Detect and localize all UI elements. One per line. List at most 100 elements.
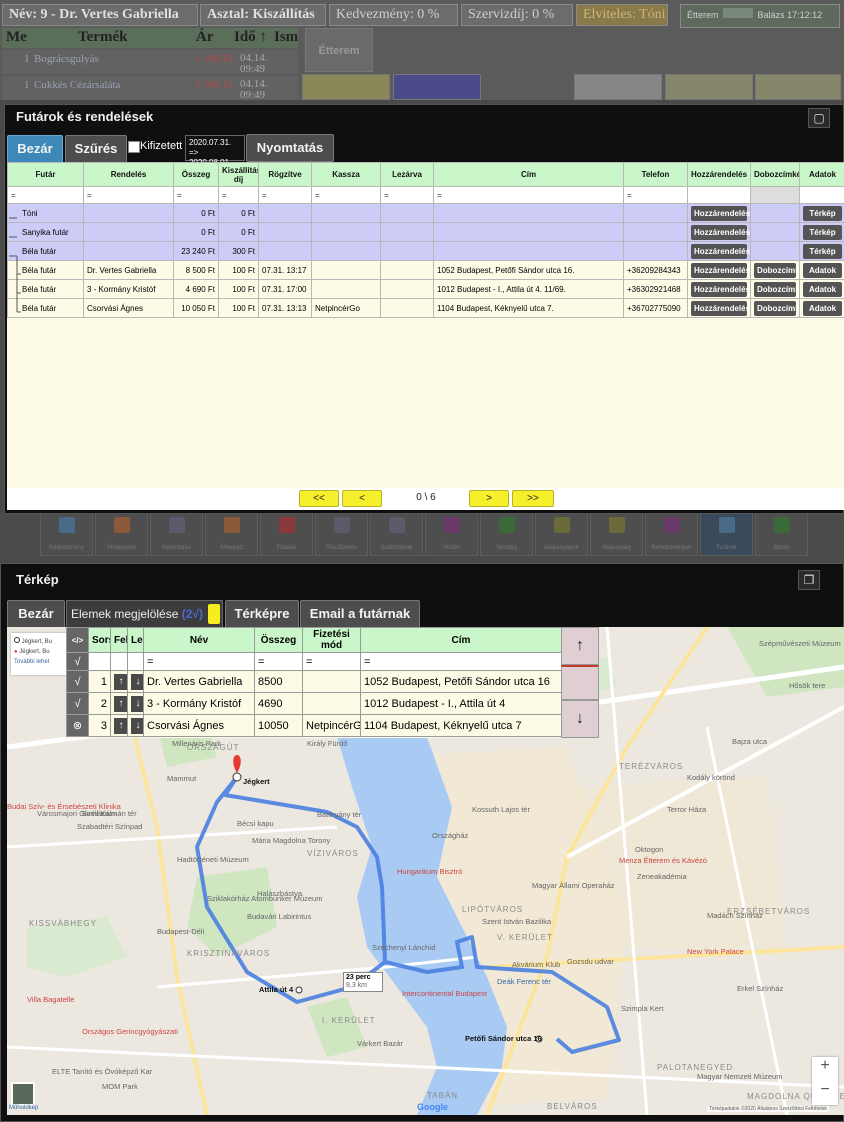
assign-button[interactable]: Hozzárendelés <box>691 281 750 297</box>
bg-blue-button[interactable] <box>393 74 481 100</box>
bg-olive-button[interactable] <box>755 74 841 100</box>
filter-check[interactable]: √ <box>66 652 89 671</box>
events-button[interactable]: Rendezvények <box>645 510 698 556</box>
close-pos-button[interactable]: Bezár <box>755 510 808 556</box>
filter-cell[interactable]: = <box>83 186 174 204</box>
col-order[interactable]: Rendelés <box>83 162 174 187</box>
guest-button[interactable]: Vendég <box>480 510 533 556</box>
row-mark[interactable]: ⊗ <box>66 714 89 737</box>
move-up-button[interactable]: ↑ <box>114 673 127 690</box>
filter-cell[interactable]: = <box>302 652 361 671</box>
route-row[interactable]: √ 2 ↑ ↓ 3 - Kormány Kristóf 4690 1012 Bu… <box>66 692 562 715</box>
delivery-note-button[interactable]: Szállítólevél <box>370 510 423 556</box>
order-row[interactable]: Béla futár Dr. Vertes Gabriella 8 500 Ft… <box>7 260 844 280</box>
move-down-button[interactable]: ↓ <box>131 695 143 712</box>
paid-checkbox[interactable] <box>128 141 140 153</box>
col-recorded[interactable]: Rögzítve <box>258 162 312 187</box>
col-address[interactable]: Cím <box>433 162 624 187</box>
payment-button[interactable]: Fizetés <box>260 510 313 556</box>
col-address[interactable]: Cím <box>360 627 562 653</box>
col-labels[interactable]: Dobozcímkék <box>750 162 800 187</box>
box-label-button[interactable]: Dobozcímke <box>754 300 799 316</box>
row-mark[interactable]: √ <box>66 670 89 693</box>
close-button[interactable]: Bezár <box>7 135 63 163</box>
reprint-button[interactable]: Átütés <box>425 510 478 556</box>
col-amount[interactable]: Összeg <box>173 162 219 187</box>
filter-cell[interactable]: = <box>360 652 562 671</box>
prev-page-button[interactable]: < <box>342 490 382 507</box>
filter-cell[interactable]: = <box>311 186 381 204</box>
move-up-button[interactable]: ↑ <box>114 717 127 734</box>
move-selected-up-button[interactable]: ↑ <box>561 627 599 665</box>
bg-gray-button[interactable] <box>574 74 662 100</box>
filter-button[interactable]: Szűrés <box>65 135 127 163</box>
row-mark[interactable]: √ <box>66 692 89 715</box>
ingredients-button[interactable]: Alapanyagok <box>535 510 588 556</box>
transfer-button[interactable]: Áthelyez <box>205 510 258 556</box>
col-phone[interactable]: Telefon <box>623 162 688 187</box>
assign-button[interactable]: Hozzárendelés <box>691 262 750 278</box>
col-down[interactable]: Le <box>127 627 144 653</box>
route-row[interactable]: ⊗ 3 ↑ ↓ Csorvási Ágnes 10050 NetpincérG … <box>66 714 562 737</box>
map-button[interactable]: Térkép <box>803 243 842 259</box>
first-page-button[interactable]: << <box>299 490 339 507</box>
next-page-button[interactable]: > <box>469 490 509 507</box>
move-down-button[interactable]: ↓ <box>131 717 143 734</box>
restaurant-button[interactable]: Étterem <box>305 28 373 72</box>
route-row[interactable]: √ 1 ↑ ↓ Dr. Vertes Gabriella 8500 1052 B… <box>66 670 562 693</box>
bg-olive-button[interactable] <box>665 74 753 100</box>
col-up[interactable]: Fel <box>110 627 128 653</box>
email-courier-button[interactable]: Email a futárnak <box>300 600 420 628</box>
move-selected-down-button[interactable]: ↓ <box>561 700 599 738</box>
filter-cell[interactable]: = <box>433 186 624 204</box>
marker-label[interactable]: Petőfi Sándor utca 16 <box>465 1034 542 1043</box>
filter-cell[interactable]: = <box>380 186 434 204</box>
filter-cell[interactable]: = <box>254 652 303 671</box>
col-name[interactable]: Név <box>143 627 255 653</box>
marker-label[interactable]: Jégkert <box>243 777 270 786</box>
move-up-button[interactable]: ↑ <box>114 695 127 712</box>
print-button[interactable]: Nyomtatás <box>246 134 334 162</box>
bg-yellow-button[interactable] <box>302 74 390 100</box>
map-button[interactable]: Térkép <box>803 224 842 240</box>
filter-cell[interactable]: = <box>173 186 219 204</box>
couriers-button[interactable]: Futárok <box>700 510 753 556</box>
col-data[interactable]: Adatok <box>799 162 844 187</box>
marker-label[interactable]: Attila út 4 <box>259 985 293 994</box>
col-index[interactable]: Sorsz <box>88 627 111 653</box>
filter-cell[interactable]: = <box>143 652 255 671</box>
maximize-button[interactable]: ▢ <box>808 108 830 128</box>
details-button[interactable]: Adatok <box>803 281 842 297</box>
zoom-out-button[interactable]: − <box>812 1081 838 1105</box>
assign-button[interactable]: Hozzárendelés <box>691 205 750 221</box>
date-range-field[interactable]: 2020.07.31. => 2020.08.01. <box>185 135 245 167</box>
filter-cell[interactable]: = <box>623 186 688 204</box>
col-register[interactable]: Kassza <box>311 162 381 187</box>
col-closed[interactable]: Lezárva <box>380 162 434 187</box>
order-item-row[interactable]: 1 Bográcsgulyás 1 490 Ft 04.14. 09:49 <box>2 50 298 75</box>
move-down-button[interactable]: ↓ <box>131 673 143 690</box>
map-button[interactable]: Térkép <box>803 205 842 221</box>
print-button[interactable]: Nyomtatás <box>150 510 203 556</box>
to-map-button[interactable]: Térképre <box>225 600 299 628</box>
box-label-button[interactable]: Dobozcímke <box>754 281 799 297</box>
box-label-button[interactable]: Dobozcímke <box>754 262 799 278</box>
order-item-row[interactable]: 1 Cukkés Cézársaláta 1 990 Ft 04.14. 09:… <box>2 76 298 101</box>
discount-button[interactable]: Kedvezmény <box>40 510 93 556</box>
assign-button[interactable]: Hozzárendelés <box>691 300 750 316</box>
satellite-toggle[interactable] <box>11 1082 35 1106</box>
order-row[interactable]: Béla futár Csorvási Ágnes 10 050 Ft 100 … <box>7 298 844 318</box>
assign-button[interactable]: Hozzárendelés <box>691 224 750 240</box>
details-button[interactable]: Adatok <box>803 262 842 278</box>
col-delivery-fee[interactable]: Kiszállítási díj <box>218 162 259 187</box>
filter-cell[interactable]: = <box>258 186 312 204</box>
mark-items-toggle[interactable]: Elemek megjelölése (2√) <box>66 600 223 628</box>
courier-row[interactable]: Sanyika futár 0 Ft 0 Ft Hozzárendelés Té… <box>7 222 844 242</box>
code-icon[interactable]: </> <box>66 627 89 653</box>
courier-row[interactable]: Tóni 0 Ft 0 Ft Hozzárendelés Térkép <box>7 203 844 223</box>
courier-row[interactable]: Béla futár 23 240 Ft 300 Ft Hozzárendelé… <box>7 241 844 261</box>
details-button[interactable]: Adatok <box>803 300 842 316</box>
move-button[interactable]: Áthelyezés <box>95 510 148 556</box>
col-payment[interactable]: Fizetési mód <box>302 627 361 653</box>
order-row[interactable]: Béla futár 3 - Kormány Kristóf 4 690 Ft … <box>7 279 844 299</box>
